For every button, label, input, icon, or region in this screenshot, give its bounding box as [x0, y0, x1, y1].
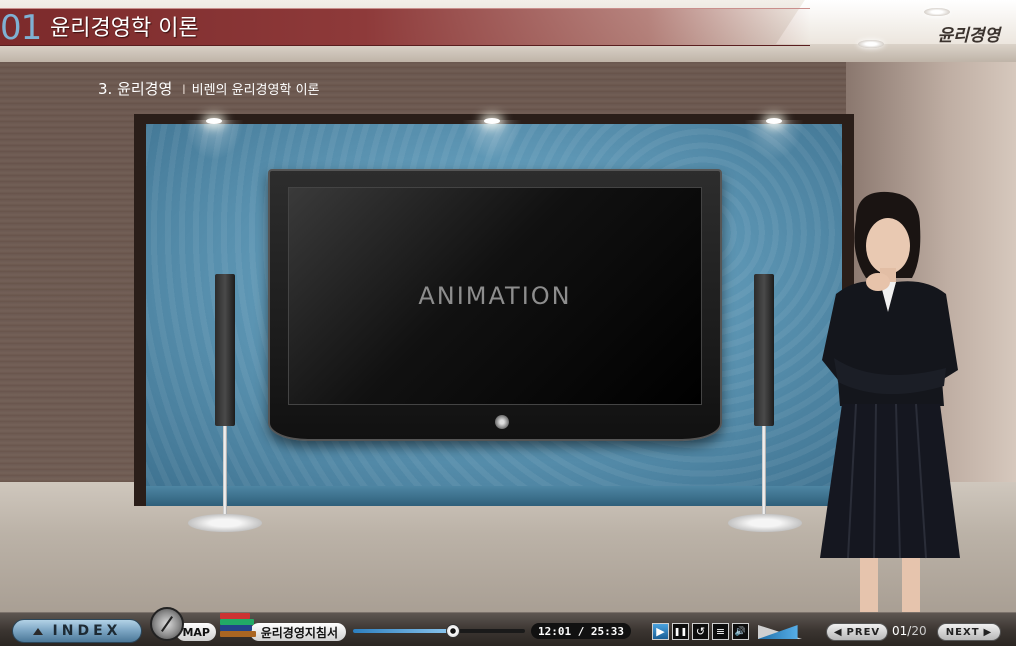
ceiling-lamp — [924, 8, 950, 16]
speaker-right — [754, 274, 774, 426]
next-label: NEXT — [945, 626, 980, 638]
progress-fill — [353, 629, 453, 633]
replay-button[interactable]: ↺ — [692, 623, 709, 640]
chapter-number: 01 — [0, 8, 42, 48]
compass-icon — [150, 607, 184, 641]
page-counter: 01/20 — [892, 624, 927, 638]
chevron-right-icon: ▶ — [983, 626, 993, 638]
course-brand: 윤리경영 — [937, 26, 1000, 46]
volume-slider[interactable] — [758, 623, 802, 639]
guidebook-label: 윤리경영지침서 — [250, 623, 346, 641]
replay-icon: ↺ — [695, 625, 706, 638]
section-separator: l — [182, 83, 186, 97]
chapter-title: 윤리경영학 이론 — [50, 16, 199, 41]
speaker-icon: 🔊 — [734, 626, 747, 637]
spotlight-beam — [184, 120, 244, 160]
section-heading: 3. 윤리경영 l 비렌의 윤리경영학 이론 — [98, 78, 320, 99]
progress-handle[interactable] — [445, 624, 460, 638]
ceiling-lamp — [858, 40, 884, 48]
time-display: 12:01 / 25:33 — [531, 623, 631, 639]
triangle-up-icon — [32, 627, 43, 635]
map-button[interactable]: MAP — [150, 607, 216, 645]
index-label: INDEX — [52, 623, 122, 639]
page-total: 20 — [911, 624, 927, 638]
prev-button[interactable]: ◀ PREV — [826, 623, 888, 641]
books-icon — [220, 613, 258, 641]
guidebook-button[interactable]: 윤리경영지침서 — [220, 613, 346, 643]
chevron-left-icon: ◀ — [833, 626, 843, 638]
section-title: 3. 윤리경영 — [98, 80, 173, 98]
speaker-left — [215, 274, 235, 426]
presenter-image — [820, 191, 960, 612]
topic-title: 비렌의 윤리경영학 이론 — [191, 83, 320, 98]
spotlight-beam — [462, 120, 522, 160]
page-current: 01 — [892, 624, 908, 638]
tv-display: ANIMATION — [268, 169, 722, 441]
tv-power-icon — [495, 415, 509, 429]
play-icon: ▶ — [656, 625, 665, 638]
screen-placeholder-text: ANIMATION — [418, 282, 572, 310]
lecture-stage: ANIMATION 01 윤리경영학 이론 윤리경영 3. 윤리경영 l 비렌의 윤… — [0, 0, 1016, 612]
pause-icon: ❚❚ — [673, 627, 688, 636]
prev-label: PREV — [846, 626, 881, 638]
speaker-base — [188, 514, 262, 532]
player-control-bar: INDEX MAP 윤리경영지침서 12:01 / 25:33 ▶ ❚❚ ↺ ≡… — [0, 607, 1016, 646]
list-icon: ≡ — [715, 625, 726, 638]
spotlight-beam — [744, 120, 804, 160]
next-button[interactable]: NEXT ▶ — [937, 623, 1001, 641]
progress-slider[interactable] — [353, 624, 525, 638]
speaker-stand — [762, 426, 766, 518]
speaker-stand — [223, 426, 227, 518]
index-button[interactable]: INDEX — [12, 619, 142, 643]
sound-button[interactable]: 🔊 — [732, 623, 749, 640]
pause-button[interactable]: ❚❚ — [672, 623, 689, 640]
menu-button[interactable]: ≡ — [712, 623, 729, 640]
speaker-base — [728, 514, 802, 532]
play-button[interactable]: ▶ — [652, 623, 669, 640]
niche-base — [146, 486, 842, 506]
animation-screen[interactable]: ANIMATION — [288, 187, 702, 405]
